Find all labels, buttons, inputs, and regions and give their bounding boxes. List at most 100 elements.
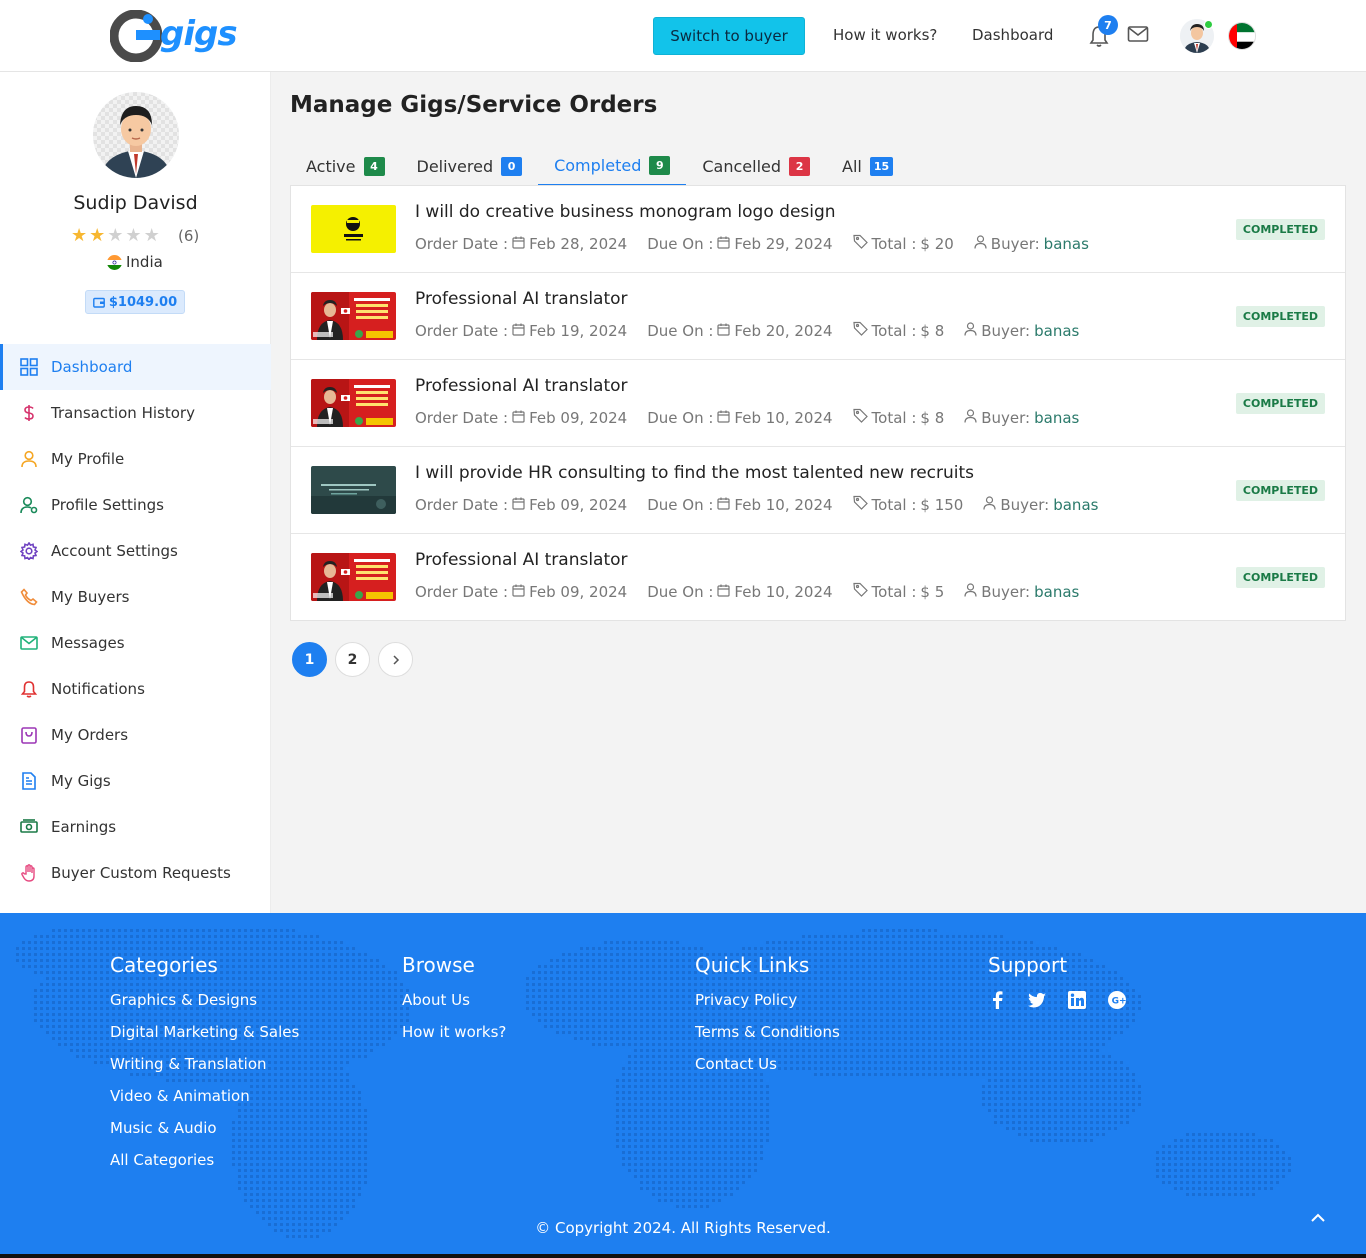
sidebar-item-buyer-custom-requests[interactable]: Buyer Custom Requests <box>0 850 271 896</box>
profile-avatar[interactable] <box>93 92 179 178</box>
footer-link-contact-us[interactable]: Contact Us <box>695 1055 840 1087</box>
top-header: gigs Switch to buyer How it works? Dashb… <box>0 0 1366 72</box>
chevron-right-icon <box>392 654 399 665</box>
order-date-value: Feb 19, 2024 <box>529 321 628 340</box>
footer-link-how-it-works-[interactable]: How it works? <box>402 1023 506 1055</box>
sidebar-item-my-orders[interactable]: My Orders <box>0 712 271 758</box>
order-date-label: Order Date : <box>415 408 509 427</box>
due-date-label: Due On : <box>647 408 714 427</box>
buyer-link[interactable]: banas <box>1034 583 1079 601</box>
bag-icon <box>20 726 38 744</box>
order-title[interactable]: I will do creative business monogram log… <box>415 202 836 222</box>
buyer-link[interactable]: banas <box>1034 409 1079 427</box>
sidebar-item-my-buyers[interactable]: My Buyers <box>0 574 271 620</box>
next-page-button[interactable] <box>378 642 413 677</box>
due-date: Due On : Feb 10, 2024 <box>647 582 832 601</box>
buyer-label: Buyer: <box>981 408 1031 427</box>
sidebar-item-label: Notifications <box>51 680 145 698</box>
buyer-label: Buyer: <box>981 321 1031 340</box>
tab-cancelled[interactable]: Cancelled 2 <box>686 146 826 186</box>
footer-link-about-us[interactable]: About Us <box>402 991 506 1023</box>
rating-stars: ★ ★ ★ ★ ★ <box>71 225 160 246</box>
language-flag-icon[interactable] <box>1228 22 1256 50</box>
sidebar-item-transaction-history[interactable]: Transaction History <box>0 390 271 436</box>
page-2-button[interactable]: 2 <box>335 642 370 677</box>
calendar-icon <box>512 583 525 601</box>
sidebar-item-label: My Gigs <box>51 772 111 790</box>
footer-link-privacy-policy[interactable]: Privacy Policy <box>695 991 840 1023</box>
order-meta: Order Date : Feb 19, 2024 Due On : Feb 20, … <box>415 321 1079 340</box>
order-buyer: Buyer: banas <box>974 234 1089 253</box>
facebook-icon[interactable] <box>988 991 1006 1009</box>
sidebar-item-notifications[interactable]: Notifications <box>0 666 271 712</box>
sidebar-item-dashboard[interactable]: Dashboard <box>0 344 271 390</box>
buyer-link[interactable]: banas <box>1034 322 1079 340</box>
footer-link-all-categories[interactable]: All Categories <box>110 1151 299 1183</box>
footer-link-video-animation[interactable]: Video & Animation <box>110 1087 299 1119</box>
footer-link-terms-conditions[interactable]: Terms & Conditions <box>695 1023 840 1055</box>
sidebar-item-messages[interactable]: Messages <box>0 620 271 666</box>
order-title[interactable]: I will provide HR consulting to find the… <box>415 463 974 483</box>
mail-icon <box>20 634 38 652</box>
scroll-to-top-icon[interactable] <box>1308 1208 1328 1228</box>
footer-categories-heading: Categories <box>110 953 218 977</box>
sidebar-item-my-gigs[interactable]: My Gigs <box>0 758 271 804</box>
order-status-tabs: Active 4 Delivered 0 Completed 9 Cancelled 2 All… <box>290 146 909 186</box>
order-buyer: Buyer: banas <box>983 495 1098 514</box>
nav-how-it-works[interactable]: How it works? <box>833 26 937 44</box>
tab-count-badge: 15 <box>869 156 894 176</box>
sidebar-item-label: Profile Settings <box>51 496 164 514</box>
tag-icon <box>852 321 868 340</box>
buyer-link[interactable]: banas <box>1044 235 1089 253</box>
sidebar-item-label: Earnings <box>51 818 117 836</box>
footer-link-digital-marketing-sales[interactable]: Digital Marketing & Sales <box>110 1023 299 1055</box>
mail-icon[interactable] <box>1127 25 1149 43</box>
order-total: Total : $ 8 <box>852 321 945 340</box>
linkedin-icon[interactable] <box>1068 991 1086 1009</box>
nav-dashboard[interactable]: Dashboard <box>972 26 1053 44</box>
order-row: Professional AI translator Order Date : Fe… <box>291 534 1345 620</box>
sidebar-menu: Dashboard Transaction History My Profile Pr… <box>0 344 271 896</box>
order-thumbnail[interactable] <box>311 292 396 340</box>
rating-count: (6) <box>178 227 200 245</box>
buyer-link[interactable]: banas <box>1053 496 1098 514</box>
order-title[interactable]: Professional AI translator <box>415 289 628 309</box>
orders-list: I will do creative business monogram log… <box>290 185 1346 621</box>
order-title[interactable]: Professional AI translator <box>415 376 628 396</box>
site-logo[interactable]: gigs <box>110 10 240 62</box>
tab-completed[interactable]: Completed 9 <box>538 146 687 186</box>
sidebar-item-account-settings[interactable]: Account Settings <box>0 528 271 574</box>
order-date: Order Date : Feb 09, 2024 <box>415 582 627 601</box>
order-thumbnail[interactable] <box>311 205 396 253</box>
footer-link-writing-translation[interactable]: Writing & Translation <box>110 1055 299 1087</box>
tab-active[interactable]: Active 4 <box>290 146 401 186</box>
status-badge: COMPLETED <box>1235 480 1325 501</box>
sidebar-item-profile-settings[interactable]: Profile Settings <box>0 482 271 528</box>
order-thumbnail[interactable] <box>311 553 396 601</box>
tag-icon <box>852 234 868 253</box>
order-meta: Order Date : Feb 09, 2024 Due On : Feb 10, … <box>415 495 1098 514</box>
tab-label: Active <box>306 156 356 176</box>
pagination: 12 <box>292 642 413 677</box>
order-thumbnail[interactable] <box>311 379 396 427</box>
phone-icon <box>20 588 38 606</box>
total-value: $ 8 <box>920 321 945 340</box>
footer-link-music-audio[interactable]: Music & Audio <box>110 1119 299 1151</box>
sidebar-item-earnings[interactable]: Earnings <box>0 804 271 850</box>
footer-browse-heading: Browse <box>402 953 475 977</box>
tab-all[interactable]: All 15 <box>826 146 909 186</box>
order-thumbnail[interactable] <box>311 466 396 514</box>
switch-to-buyer-button[interactable]: Switch to buyer <box>653 17 805 55</box>
sidebar-item-my-profile[interactable]: My Profile <box>0 436 271 482</box>
google-plus-icon[interactable]: G+ <box>1108 991 1126 1009</box>
order-title[interactable]: Professional AI translator <box>415 550 628 570</box>
order-date-value: Feb 09, 2024 <box>529 582 628 601</box>
tab-label: Cancelled <box>702 156 782 176</box>
profile-name: Sudip Davisd <box>73 192 198 214</box>
wallet-balance-badge[interactable]: $1049.00 <box>85 290 185 314</box>
page-1-button[interactable]: 1 <box>292 642 327 677</box>
footer-link-graphics-designs[interactable]: Graphics & Designs <box>110 991 299 1023</box>
twitter-icon[interactable] <box>1028 991 1046 1009</box>
due-date-label: Due On : <box>647 234 714 253</box>
tab-delivered[interactable]: Delivered 0 <box>401 146 539 186</box>
